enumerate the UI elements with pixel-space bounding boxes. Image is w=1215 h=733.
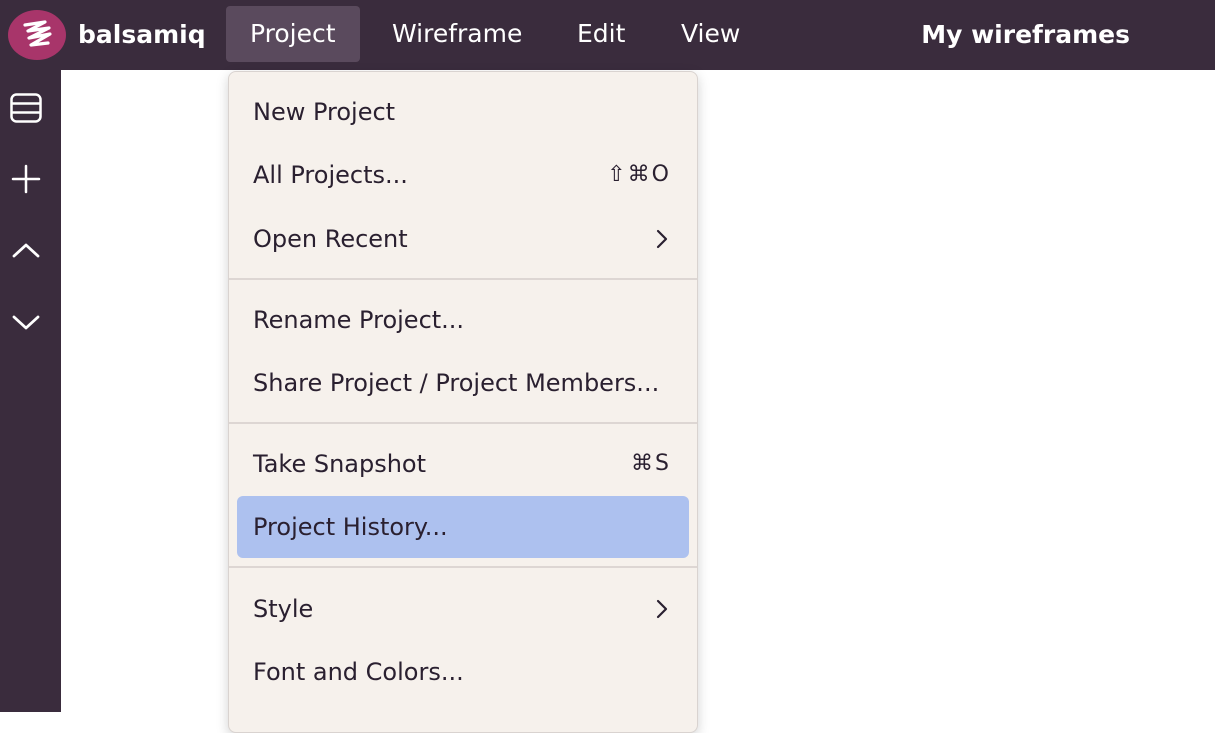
menu-item-label: New Project: [253, 98, 396, 126]
menu-item-label: Take Snapshot: [253, 450, 427, 478]
workspace-title[interactable]: My wireframes: [921, 0, 1130, 70]
add-button[interactable]: [0, 153, 61, 203]
menu-wireframe[interactable]: Wireframe: [368, 6, 546, 62]
panel-list-button[interactable]: [0, 82, 61, 132]
shortcut-label: ⇧⌘O: [607, 162, 671, 187]
menu-item-label: Rename Project...: [253, 306, 465, 334]
menu-item-rename-project[interactable]: Rename Project...: [237, 289, 689, 351]
menu-item-new-project[interactable]: New Project: [237, 81, 689, 143]
menu-project[interactable]: Project: [226, 6, 360, 62]
project-menu-dropdown: New Project All Projects... ⇧⌘O Open Rec…: [228, 71, 698, 733]
menu-item-style[interactable]: Style: [237, 578, 689, 640]
menu-divider: [229, 278, 697, 280]
menu-item-label: All Projects...: [253, 161, 408, 189]
chevron-right-icon: [656, 599, 668, 619]
menu-view[interactable]: View: [657, 6, 764, 62]
menu-item-share-project[interactable]: Share Project / Project Members...: [237, 352, 689, 414]
menu-item-label: Open Recent: [253, 225, 408, 253]
shortcut-label: ⌘S: [631, 451, 671, 476]
top-bar: balsamiq Project Wireframe Edit View My …: [0, 0, 1215, 70]
balsamiq-logo-icon[interactable]: [8, 10, 66, 60]
chevron-right-icon: [656, 229, 668, 249]
menu-edit[interactable]: Edit: [553, 6, 649, 62]
menu-divider: [229, 566, 697, 568]
menu-item-font-and-colors[interactable]: Font and Colors...: [237, 641, 689, 703]
left-sidebar: [0, 70, 61, 712]
menu-item-label: Font and Colors...: [253, 658, 464, 686]
brand-name: balsamiq: [78, 20, 206, 49]
previous-button[interactable]: [0, 225, 61, 275]
chevron-down-icon: [12, 315, 40, 330]
menu-item-label: Project History...: [253, 513, 448, 541]
panel-list-icon: [10, 93, 42, 123]
plus-icon: [11, 164, 41, 194]
menu-divider: [229, 422, 697, 424]
menu-item-label: Style: [253, 595, 314, 623]
next-button[interactable]: [0, 296, 61, 346]
chevron-up-icon: [12, 243, 40, 258]
menu-item-all-projects[interactable]: All Projects... ⇧⌘O: [237, 144, 689, 206]
menu-item-take-snapshot[interactable]: Take Snapshot ⌘S: [237, 433, 689, 495]
menu-item-open-recent[interactable]: Open Recent: [237, 208, 689, 270]
menu-item-project-history[interactable]: Project History...: [237, 496, 689, 558]
menu-item-label: Share Project / Project Members...: [253, 369, 660, 397]
